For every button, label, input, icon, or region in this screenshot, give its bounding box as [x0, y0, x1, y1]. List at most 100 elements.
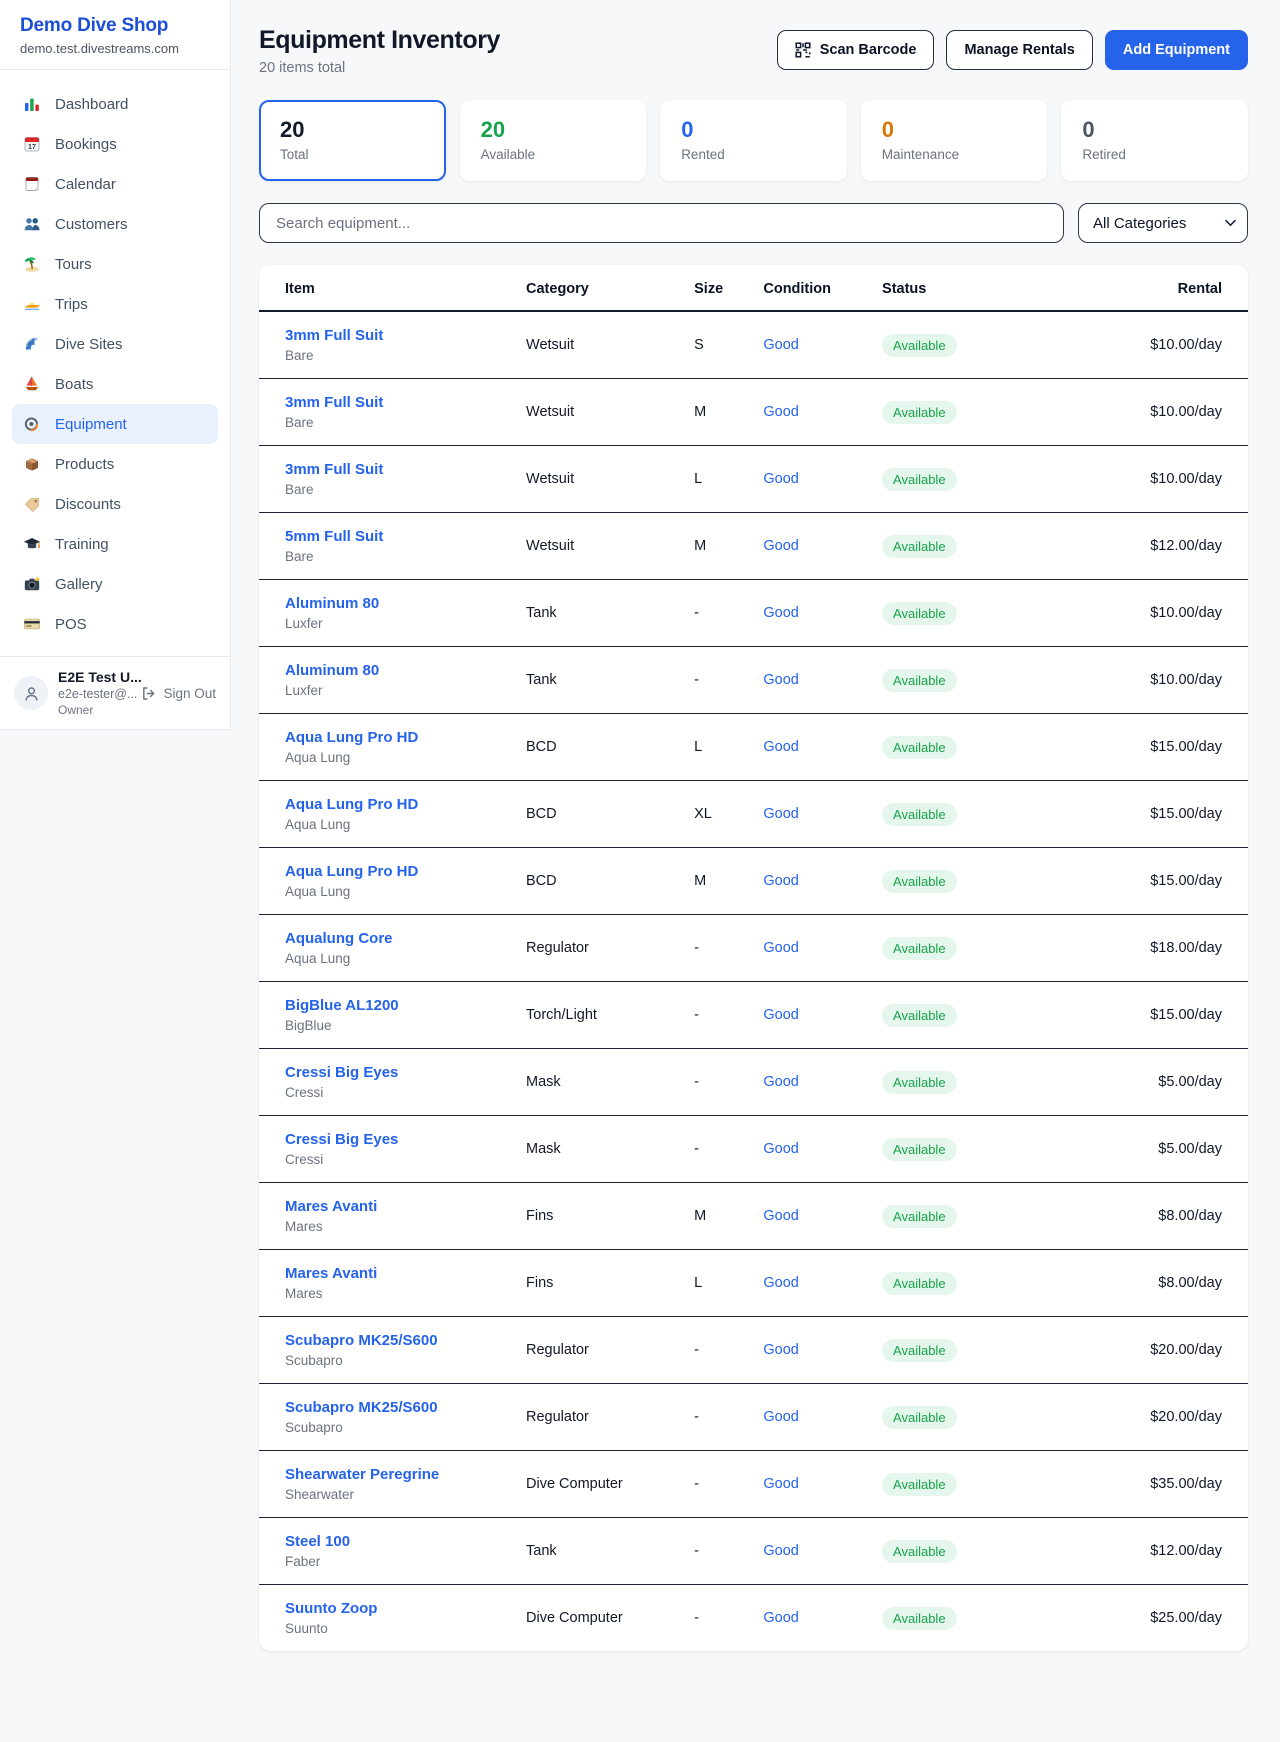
sidebar-item-pos[interactable]: POS [12, 604, 218, 644]
item-size: - [694, 647, 763, 714]
item-name-link[interactable]: Scubapro MK25/S600 [285, 1399, 526, 1416]
stat-value: 0 [1082, 117, 1227, 143]
sidebar-item-calendar[interactable]: Calendar [12, 164, 218, 204]
condition-link[interactable]: Good [763, 1476, 798, 1492]
item-name-link[interactable]: 3mm Full Suit [285, 327, 526, 344]
graduation-cap-icon [22, 535, 42, 553]
condition-link[interactable]: Good [763, 1141, 798, 1157]
stats-row: 20 Total 20 Available 0 Rented 0 Mainten… [259, 100, 1248, 181]
condition-link[interactable]: Good [763, 1409, 798, 1425]
item-name-link[interactable]: Scubapro MK25/S600 [285, 1332, 526, 1349]
item-name-link[interactable]: BigBlue AL1200 [285, 997, 526, 1014]
table-row: Scubapro MK25/S600 Scubapro Regulator - … [259, 1317, 1248, 1384]
category-select[interactable]: All Categories [1078, 203, 1248, 243]
item-category: Tank [526, 580, 694, 647]
sign-out-icon [140, 685, 157, 702]
item-rental: $10.00/day [1070, 446, 1248, 513]
sidebar-item-trips[interactable]: Trips [12, 284, 218, 324]
stat-label: Maintenance [882, 147, 1027, 162]
item-brand: Scubapro [285, 1420, 526, 1435]
item-name-link[interactable]: Aqua Lung Pro HD [285, 729, 526, 746]
table-row: Aluminum 80 Luxfer Tank - Good Available… [259, 580, 1248, 647]
item-name-link[interactable]: Aluminum 80 [285, 662, 526, 679]
item-brand: Luxfer [285, 616, 526, 631]
item-name-link[interactable]: 3mm Full Suit [285, 461, 526, 478]
item-rental: $15.00/day [1070, 781, 1248, 848]
sidebar-item-dive-sites[interactable]: Dive Sites [12, 324, 218, 364]
condition-link[interactable]: Good [763, 1543, 798, 1559]
sidebar-item-label: Customers [55, 216, 128, 233]
condition-link[interactable]: Good [763, 337, 798, 353]
item-name-link[interactable]: Aqua Lung Pro HD [285, 863, 526, 880]
table-row: Aqua Lung Pro HD Aqua Lung BCD M Good Av… [259, 848, 1248, 915]
stat-card-available[interactable]: 20 Available [460, 100, 647, 181]
condition-link[interactable]: Good [763, 873, 798, 889]
condition-link[interactable]: Good [763, 1342, 798, 1358]
item-name-link[interactable]: Mares Avanti [285, 1265, 526, 1282]
item-name-link[interactable]: Cressi Big Eyes [285, 1131, 526, 1148]
condition-link[interactable]: Good [763, 1074, 798, 1090]
item-name-link[interactable]: Steel 100 [285, 1533, 526, 1550]
search-input[interactable] [259, 203, 1064, 243]
condition-link[interactable]: Good [763, 605, 798, 621]
add-equipment-button[interactable]: Add Equipment [1105, 30, 1248, 70]
table-row: Steel 100 Faber Tank - Good Available $1… [259, 1518, 1248, 1585]
item-rental: $8.00/day [1070, 1183, 1248, 1250]
item-name-link[interactable]: 5mm Full Suit [285, 528, 526, 545]
sidebar-item-boats[interactable]: Boats [12, 364, 218, 404]
sidebar-item-dashboard[interactable]: Dashboard [12, 84, 218, 124]
item-rental: $15.00/day [1070, 848, 1248, 915]
stat-card-total[interactable]: 20 Total [259, 100, 446, 181]
item-size: S [694, 311, 763, 379]
condition-link[interactable]: Good [763, 404, 798, 420]
item-brand: BigBlue [285, 1018, 526, 1033]
item-brand: Bare [285, 415, 526, 430]
sidebar-item-products[interactable]: Products [12, 444, 218, 484]
condition-link[interactable]: Good [763, 1007, 798, 1023]
stat-card-rented[interactable]: 0 Rented [660, 100, 847, 181]
equipment-table: Item Category Size Condition Status Rent… [259, 265, 1248, 1651]
condition-link[interactable]: Good [763, 1208, 798, 1224]
item-name-link[interactable]: Aqualung Core [285, 930, 526, 947]
avatar [14, 676, 48, 710]
item-brand: Bare [285, 482, 526, 497]
items-count: 20 items total [259, 60, 500, 76]
table-row: Mares Avanti Mares Fins L Good Available… [259, 1250, 1248, 1317]
speedboat-icon [22, 295, 42, 313]
item-rental: $15.00/day [1070, 714, 1248, 781]
item-size: - [694, 1049, 763, 1116]
item-name-link[interactable]: Cressi Big Eyes [285, 1064, 526, 1081]
condition-link[interactable]: Good [763, 1275, 798, 1291]
category-select-wrap: All Categories [1078, 203, 1248, 243]
status-badge: Available [882, 1071, 957, 1094]
sidebar-item-training[interactable]: Training [12, 524, 218, 564]
wave-icon [22, 335, 42, 353]
item-name-link[interactable]: Suunto Zoop [285, 1600, 526, 1617]
sidebar-item-discounts[interactable]: Discounts [12, 484, 218, 524]
condition-link[interactable]: Good [763, 940, 798, 956]
item-name-link[interactable]: Mares Avanti [285, 1198, 526, 1215]
stat-card-maintenance[interactable]: 0 Maintenance [861, 100, 1048, 181]
scan-barcode-button[interactable]: Scan Barcode [777, 30, 935, 70]
manage-rentals-button[interactable]: Manage Rentals [946, 30, 1092, 70]
condition-link[interactable]: Good [763, 1610, 798, 1626]
sidebar-item-customers[interactable]: Customers [12, 204, 218, 244]
status-badge: Available [882, 937, 957, 960]
table-row: Suunto Zoop Suunto Dive Computer - Good … [259, 1585, 1248, 1652]
stat-card-retired[interactable]: 0 Retired [1061, 100, 1248, 181]
sidebar-item-equipment[interactable]: Equipment [12, 404, 218, 444]
sidebar-item-tours[interactable]: Tours [12, 244, 218, 284]
condition-link[interactable]: Good [763, 471, 798, 487]
condition-link[interactable]: Good [763, 672, 798, 688]
condition-link[interactable]: Good [763, 739, 798, 755]
item-name-link[interactable]: Shearwater Peregrine [285, 1466, 526, 1483]
sidebar-item-gallery[interactable]: Gallery [12, 564, 218, 604]
item-name-link[interactable]: Aluminum 80 [285, 595, 526, 612]
item-name-link[interactable]: Aqua Lung Pro HD [285, 796, 526, 813]
sidebar-item-bookings[interactable]: 17 Bookings [12, 124, 218, 164]
item-name-link[interactable]: 3mm Full Suit [285, 394, 526, 411]
manage-rentals-label: Manage Rentals [964, 42, 1074, 58]
sign-out-button[interactable]: Sign Out [140, 685, 216, 702]
condition-link[interactable]: Good [763, 538, 798, 554]
condition-link[interactable]: Good [763, 806, 798, 822]
